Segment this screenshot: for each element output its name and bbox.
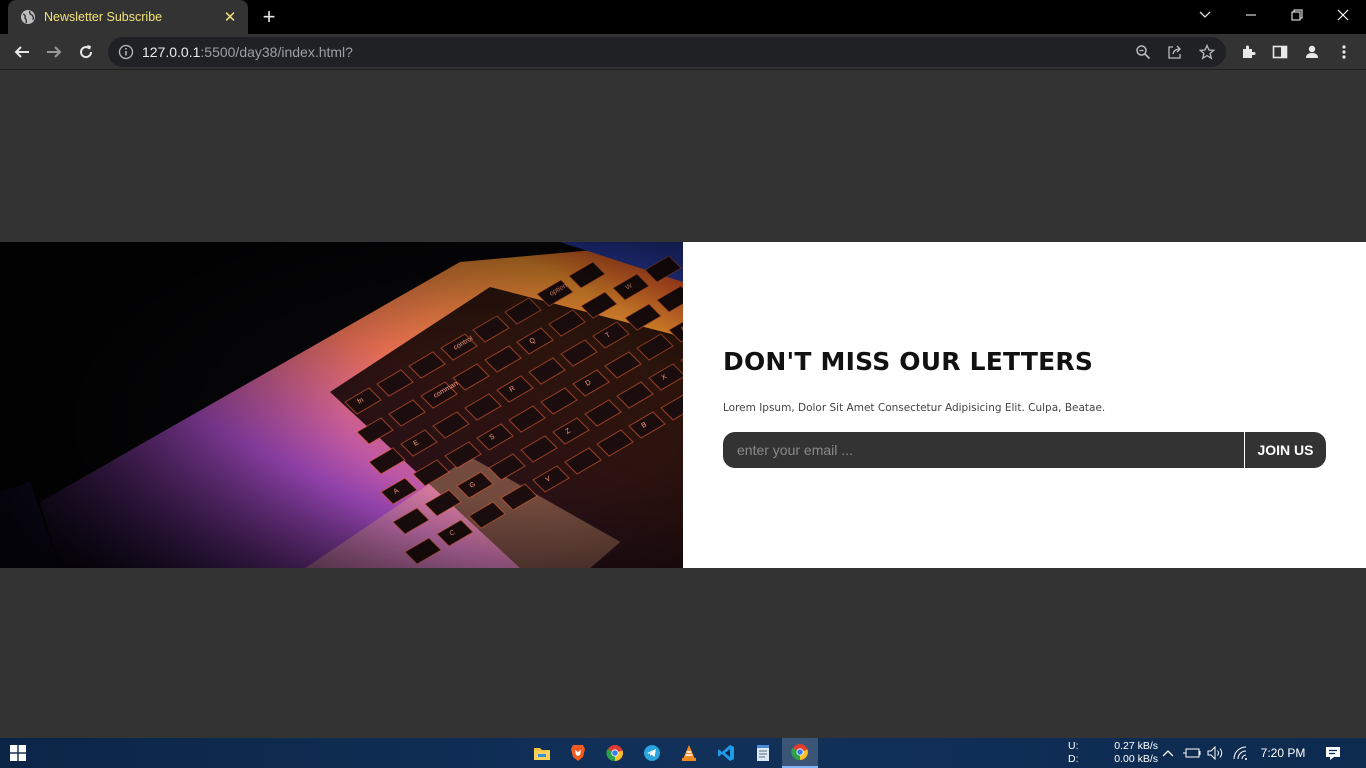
newsletter-section: fncontroloptioncommandQWERTASDFGZXCVB DO…: [0, 242, 1366, 568]
tab-search-icon[interactable]: [1182, 0, 1228, 30]
net-down-value: 0.00 kB/s: [1114, 752, 1158, 765]
url-path: :5500/day38/index.html?: [200, 44, 353, 60]
newsletter-description: Lorem Ipsum, Dolor Sit Amet Consectetur …: [723, 401, 1106, 414]
email-input[interactable]: [723, 431, 1244, 468]
brave-browser-icon[interactable]: [560, 738, 596, 768]
file-explorer-icon[interactable]: [524, 738, 560, 768]
site-info-icon[interactable]: [118, 44, 134, 60]
telegram-icon[interactable]: [634, 738, 670, 768]
address-bar[interactable]: 127.0.0.1:5500/day38/index.html?: [108, 37, 1226, 67]
close-window-icon[interactable]: [1320, 0, 1366, 30]
zoom-icon[interactable]: [1130, 39, 1156, 65]
chrome-active-icon[interactable]: [782, 738, 818, 768]
bookmark-star-icon[interactable]: [1194, 39, 1220, 65]
laptop-hero-image: fncontroloptioncommandQWERTASDFGZXCVB: [0, 242, 683, 568]
windows-taskbar: U: 0.27 kB/s D: 0.00 kB/s 7:20 PM: [0, 738, 1366, 768]
clock[interactable]: 7:20 PM: [1258, 738, 1308, 768]
windows-start-icon[interactable]: [0, 738, 36, 768]
minimize-icon[interactable]: [1228, 0, 1274, 30]
reload-icon[interactable]: [72, 38, 100, 66]
notepad-icon[interactable]: [745, 738, 781, 768]
subscribe-form: JOIN US: [723, 431, 1326, 468]
wifi-icon[interactable]: [1231, 738, 1251, 768]
page-viewport: fncontroloptioncommandQWERTASDFGZXCVB DO…: [0, 71, 1366, 738]
menu-kebab-icon[interactable]: [1330, 38, 1358, 66]
browser-tab[interactable]: Newsletter Subscribe ✕: [8, 0, 248, 34]
network-speed-widget: U: 0.27 kB/s D: 0.00 kB/s: [1068, 740, 1158, 765]
net-up-label: U:: [1068, 740, 1079, 752]
forward-icon[interactable]: [40, 38, 68, 66]
new-tab-button[interactable]: +: [258, 6, 280, 28]
profile-icon[interactable]: [1298, 38, 1326, 66]
tab-title: Newsletter Subscribe: [44, 10, 163, 24]
net-up-value: 0.27 kB/s: [1114, 740, 1158, 752]
newsletter-card: DON'T MISS OUR LETTERS Lorem Ipsum, Dolo…: [683, 242, 1366, 568]
notifications-icon[interactable]: [1322, 738, 1344, 768]
restore-icon[interactable]: [1274, 0, 1320, 30]
join-us-button[interactable]: JOIN US: [1244, 431, 1326, 468]
side-panel-icon[interactable]: [1266, 38, 1294, 66]
vscode-icon[interactable]: [708, 738, 744, 768]
browser-toolbar: 127.0.0.1:5500/day38/index.html?: [0, 34, 1366, 70]
globe-icon: [20, 9, 36, 25]
url-text: 127.0.0.1:5500/day38/index.html?: [142, 44, 353, 60]
extensions-icon[interactable]: [1234, 38, 1262, 66]
chrome-icon[interactable]: [597, 738, 633, 768]
volume-icon[interactable]: [1206, 738, 1226, 768]
share-icon[interactable]: [1162, 39, 1188, 65]
battery-icon[interactable]: [1182, 738, 1202, 768]
tab-strip: Newsletter Subscribe ✕ +: [0, 0, 1366, 34]
url-host: 127.0.0.1: [142, 44, 201, 60]
newsletter-heading: DON'T MISS OUR LETTERS: [723, 346, 1094, 376]
back-icon[interactable]: [8, 38, 36, 66]
vlc-icon[interactable]: [671, 738, 707, 768]
net-down-label: D:: [1068, 752, 1079, 765]
tab-close-icon[interactable]: ✕: [222, 8, 238, 26]
tray-chevron-icon[interactable]: [1160, 738, 1176, 768]
